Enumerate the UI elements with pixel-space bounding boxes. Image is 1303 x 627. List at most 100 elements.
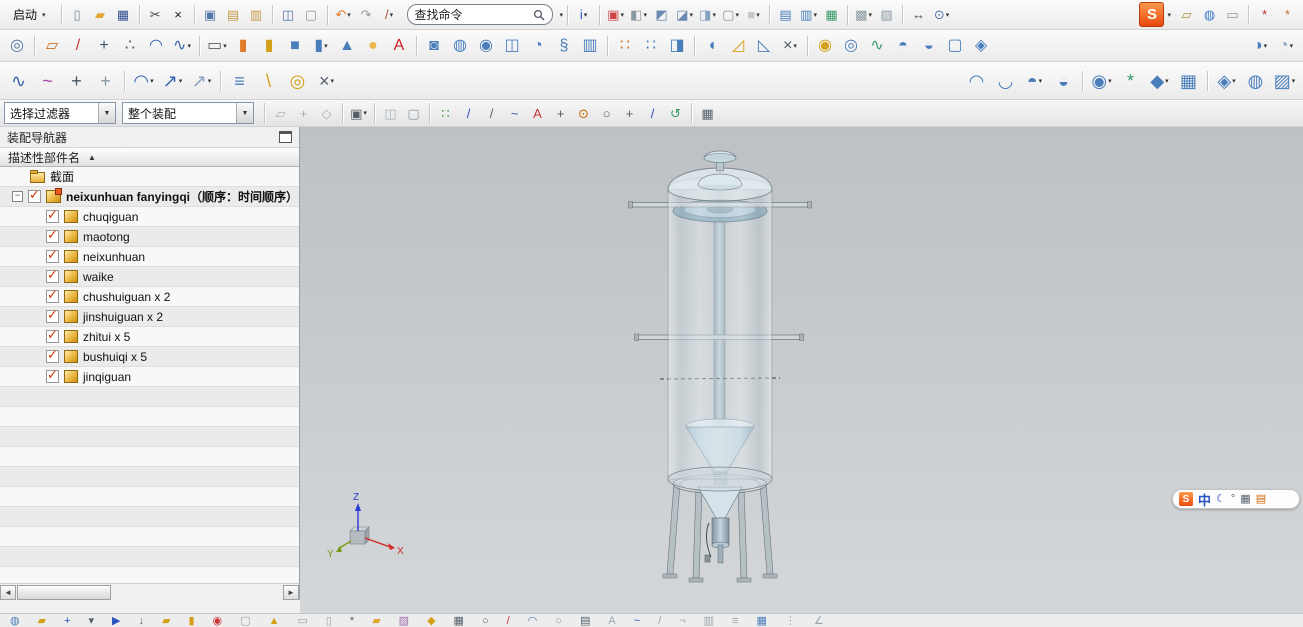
extrude-icon[interactable]: ▭ ▾ <box>204 33 230 59</box>
tree-row[interactable]: ✓ bushuiqi x 5 <box>0 347 299 367</box>
scrollbar-thumb[interactable] <box>17 584 111 600</box>
folder-open-icon[interactable]: ▰ <box>372 615 380 627</box>
page-icon[interactable]: ▯ <box>326 615 332 627</box>
visible-layers-icon[interactable]: ▨ <box>875 3 898 26</box>
format-painter-icon[interactable]: / ▾ <box>378 3 401 26</box>
texture-icon[interactable]: ▨ <box>399 615 409 627</box>
web-browser-icon[interactable]: ◍ <box>1198 3 1221 26</box>
undo-icon[interactable]: ↶ ▾ <box>332 3 355 26</box>
grid-icon[interactable]: ▦ <box>756 615 766 627</box>
tree-row[interactable]: ✓ zhitui x 5 <box>0 327 299 347</box>
save-icon[interactable]: ▦ <box>112 3 135 26</box>
snap-tangent-icon[interactable]: / <box>641 102 664 125</box>
point-set-icon[interactable]: ∴ <box>117 33 143 59</box>
arc-icon[interactable]: ◠ <box>143 33 169 59</box>
blank-page-icon[interactable]: ▢ <box>240 615 250 627</box>
deselect-icon[interactable]: ◇ <box>315 102 338 125</box>
block-icon[interactable]: ■ <box>282 33 308 59</box>
bounded-plane-icon[interactable]: ▢ <box>942 33 968 59</box>
curve-icon[interactable]: ~ <box>634 615 640 627</box>
law-extension-icon[interactable]: ◍ <box>1241 66 1270 96</box>
snap-intersection-icon[interactable]: + <box>549 102 572 125</box>
point-icon[interactable]: + <box>91 33 117 59</box>
warning-icon[interactable]: ▲ <box>269 615 280 627</box>
part-family-icon[interactable]: ▥ ▾ <box>797 3 820 26</box>
toolbox-icon[interactable]: ▤ <box>1256 493 1266 505</box>
add-component-icon[interactable]: + <box>64 615 70 627</box>
sogou-logo-icon[interactable]: S <box>1139 2 1165 27</box>
rib-icon[interactable]: ▥ <box>577 33 603 59</box>
bridge-curve-icon[interactable]: ◠ ▾ <box>129 66 158 96</box>
cut-scissors-icon[interactable]: ✂ <box>144 3 167 26</box>
view-top-icon[interactable]: ◩ <box>650 3 673 26</box>
arc-tool-icon[interactable]: ◠ <box>528 615 538 627</box>
snap-quadrant-icon[interactable]: + <box>618 102 641 125</box>
tree-row[interactable]: ✓ waike <box>0 267 299 287</box>
delete-icon[interactable]: × <box>167 3 190 26</box>
mirror-feature-icon[interactable]: ◨ <box>664 33 690 59</box>
combine-curve-icon[interactable]: ↗ ▾ <box>187 66 216 96</box>
component-checkbox[interactable]: ✓ <box>46 287 59 303</box>
sew-icon[interactable]: ◫ <box>499 33 525 59</box>
edge-surface-icon[interactable]: ◈ ▾ <box>1212 66 1241 96</box>
scroll-left-button[interactable]: ◄ <box>0 584 16 600</box>
copy-display-icon[interactable]: ◫ <box>277 3 300 26</box>
datum-star-icon[interactable]: * <box>1253 3 1276 26</box>
revolve-icon[interactable]: ▮ <box>230 33 256 59</box>
tube-icon[interactable]: ◎ <box>838 33 864 59</box>
tree-row[interactable]: ✓ chuqiguan <box>0 207 299 227</box>
equal-icon[interactable]: ≡ <box>732 615 738 627</box>
point-tool-icon[interactable]: + <box>62 66 91 96</box>
curve-stack-icon[interactable]: ≡ <box>225 66 254 96</box>
point-cloud-icon[interactable]: + <box>91 66 120 96</box>
component-checkbox[interactable]: ✓ <box>46 227 59 243</box>
angle-icon[interactable]: ∠ <box>814 615 824 627</box>
hole-icon[interactable]: ▮ <box>256 33 282 59</box>
panel-restore-button[interactable] <box>279 131 292 143</box>
sogou-ime-block[interactable]: S ▾ <box>1139 2 1171 27</box>
note-icon[interactable]: ▭ <box>297 615 307 627</box>
brick-icon[interactable]: ▮ <box>188 615 194 627</box>
export-image-icon[interactable]: ▢ <box>300 3 323 26</box>
graphics-window[interactable]: Z X Y <box>300 127 1303 613</box>
dropdown-icon[interactable]: ▾ <box>89 615 95 627</box>
swept-surface-icon[interactable]: ◠ <box>962 66 991 96</box>
paste-special-icon[interactable]: ▥ <box>245 3 268 26</box>
circle-tool-icon[interactable]: ○ <box>482 615 489 627</box>
slash-icon[interactable]: / <box>658 615 661 627</box>
selection-scope-combo[interactable]: 整个装配 ▼ <box>122 102 254 124</box>
layer-settings-icon[interactable]: ▩ ▾ <box>852 3 875 26</box>
component-checkbox[interactable]: ✓ <box>46 207 59 223</box>
keyboard-icon[interactable]: ▦ <box>1240 493 1250 505</box>
pin-icon[interactable]: ◉ <box>213 615 223 627</box>
ime-language-bar[interactable]: S 中 ☾ ° ▦ ▤ <box>1172 489 1300 509</box>
window-icon[interactable]: ▢ ▾ <box>719 3 742 26</box>
reactor-3d-model[interactable]: Z X Y <box>300 127 1303 613</box>
unite-icon[interactable]: ◙ <box>421 33 447 59</box>
tree-row[interactable]: ✓ jinshuiguan x 2 <box>0 307 299 327</box>
stylus-icon[interactable]: \ <box>254 66 283 96</box>
ime-language-toggle[interactable]: 中 <box>1198 490 1211 509</box>
open-folder-icon[interactable]: ▰ <box>89 3 112 26</box>
tree-row[interactable]: ✓ neixunhuan <box>0 247 299 267</box>
paste-icon[interactable]: ▤ <box>222 3 245 26</box>
shaded-select-icon[interactable]: ◫ <box>379 102 402 125</box>
copy-icon[interactable]: ▣ <box>199 3 222 26</box>
ellipse-tool-icon[interactable]: ○ <box>555 615 562 627</box>
subtract-icon[interactable]: ◍ <box>447 33 473 59</box>
move-component-icon[interactable]: ↔ <box>907 3 930 26</box>
gear-icon[interactable]: * <box>350 615 354 627</box>
highlight-icon[interactable]: ▱ <box>269 102 292 125</box>
trim-body-icon[interactable]: × ▾ <box>777 33 803 59</box>
expander-toggle[interactable]: − <box>12 191 23 202</box>
rows-icon[interactable]: ▥ <box>704 615 714 627</box>
tree-row[interactable]: ✓ jinqiguan <box>0 367 299 387</box>
intersect-icon[interactable]: ◉ <box>473 33 499 59</box>
search-options-caret[interactable]: ▾ <box>560 11 564 19</box>
sweep-icon[interactable]: ∿ <box>864 33 890 59</box>
fill-surface-icon[interactable]: ◉ ▾ <box>1087 66 1116 96</box>
redo-icon[interactable]: ↷ <box>355 3 378 26</box>
moon-icon[interactable]: ☾ <box>1216 493 1226 505</box>
component-checkbox[interactable]: ✓ <box>46 247 59 263</box>
shaded-view-icon[interactable]: ◑ ▾ <box>1247 33 1273 59</box>
